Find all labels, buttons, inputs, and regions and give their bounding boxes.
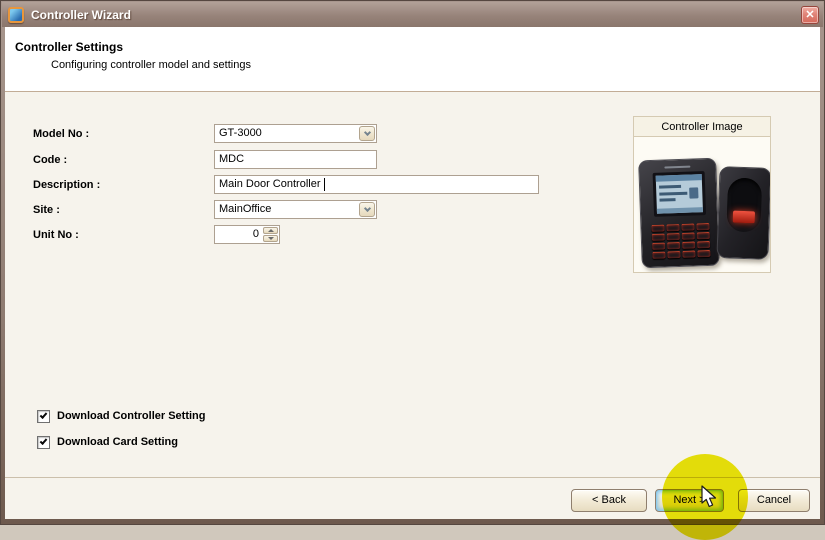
download-controller-setting-row: Download Controller Setting xyxy=(37,409,206,423)
device-lcd-screen xyxy=(652,171,707,217)
next-button[interactable]: Next > xyxy=(655,489,724,512)
unit-no-label: Unit No : xyxy=(33,229,79,241)
description-input[interactable]: Main Door Controller xyxy=(214,175,539,194)
chevron-down-icon xyxy=(363,128,371,136)
device-keypad xyxy=(651,222,711,259)
description-value: Main Door Controller xyxy=(219,178,321,190)
lcd-footer-bar xyxy=(656,207,703,214)
dialog-body: Controller Settings Configuring controll… xyxy=(5,27,820,519)
fingerprint-recess xyxy=(726,177,763,233)
controller-device-illustration xyxy=(638,157,720,269)
download-controller-setting-label: Download Controller Setting xyxy=(57,410,206,422)
spin-up-button[interactable] xyxy=(263,227,278,234)
controller-image-panel-title: Controller Image xyxy=(634,117,770,137)
model-no-value: GT-3000 xyxy=(219,127,262,139)
unit-no-value: 0 xyxy=(252,228,259,240)
fingerprint-sensor xyxy=(732,210,756,224)
download-card-setting-checkbox[interactable] xyxy=(37,435,50,449)
lcd-text-line xyxy=(659,198,676,202)
titlebar[interactable]: Controller Wizard ✕ xyxy=(2,2,823,27)
back-button[interactable]: < Back xyxy=(571,489,647,512)
model-no-dropdown[interactable]: GT-3000 xyxy=(214,124,377,143)
text-cursor xyxy=(324,178,326,191)
app-icon xyxy=(8,6,24,23)
lcd-text-line xyxy=(659,191,688,196)
arrow-down-icon xyxy=(267,237,274,240)
chevron-down-icon xyxy=(363,204,371,212)
site-label: Site : xyxy=(33,204,60,216)
model-no-dropdown-button[interactable] xyxy=(359,126,375,141)
footer-divider xyxy=(5,477,820,478)
controller-wizard-dialog: Controller Wizard ✕ Controller Settings … xyxy=(0,0,825,540)
wizard-step-header: Controller Settings Configuring controll… xyxy=(5,27,820,92)
download-controller-setting-checkbox[interactable] xyxy=(37,409,50,423)
step-subtitle: Configuring controller model and setting… xyxy=(51,59,251,71)
site-dropdown[interactable]: MainOffice xyxy=(214,200,377,219)
checkmark-icon xyxy=(39,436,48,445)
device-brand-mark xyxy=(664,165,691,169)
description-label: Description : xyxy=(33,179,101,191)
model-no-label: Model No : xyxy=(33,128,90,140)
download-card-setting-row: Download Card Setting xyxy=(37,435,178,449)
site-dropdown-button[interactable] xyxy=(359,202,375,217)
close-button[interactable]: ✕ xyxy=(801,6,819,24)
lcd-header-bar xyxy=(655,174,702,182)
download-card-setting-label: Download Card Setting xyxy=(57,436,178,448)
unit-no-spin-buttons xyxy=(263,227,278,242)
code-input[interactable]: MDC xyxy=(214,150,377,169)
controller-image-panel: Controller Image xyxy=(633,116,771,273)
cancel-button[interactable]: Cancel xyxy=(738,489,810,512)
step-title: Controller Settings xyxy=(15,40,124,54)
window-title: Controller Wizard xyxy=(31,7,131,22)
lcd-text-line xyxy=(659,184,682,189)
arrow-up-icon xyxy=(267,229,274,232)
code-label: Code : xyxy=(33,154,68,166)
site-value: MainOffice xyxy=(219,203,272,215)
fingerprint-reader-illustration xyxy=(716,166,770,260)
unit-no-stepper[interactable]: 0 xyxy=(214,225,280,244)
close-icon: ✕ xyxy=(805,9,815,21)
spin-down-button[interactable] xyxy=(263,235,278,242)
controller-image xyxy=(634,137,770,272)
lcd-glyph xyxy=(689,187,699,199)
checkmark-icon xyxy=(39,410,48,419)
code-value: MDC xyxy=(219,153,245,165)
